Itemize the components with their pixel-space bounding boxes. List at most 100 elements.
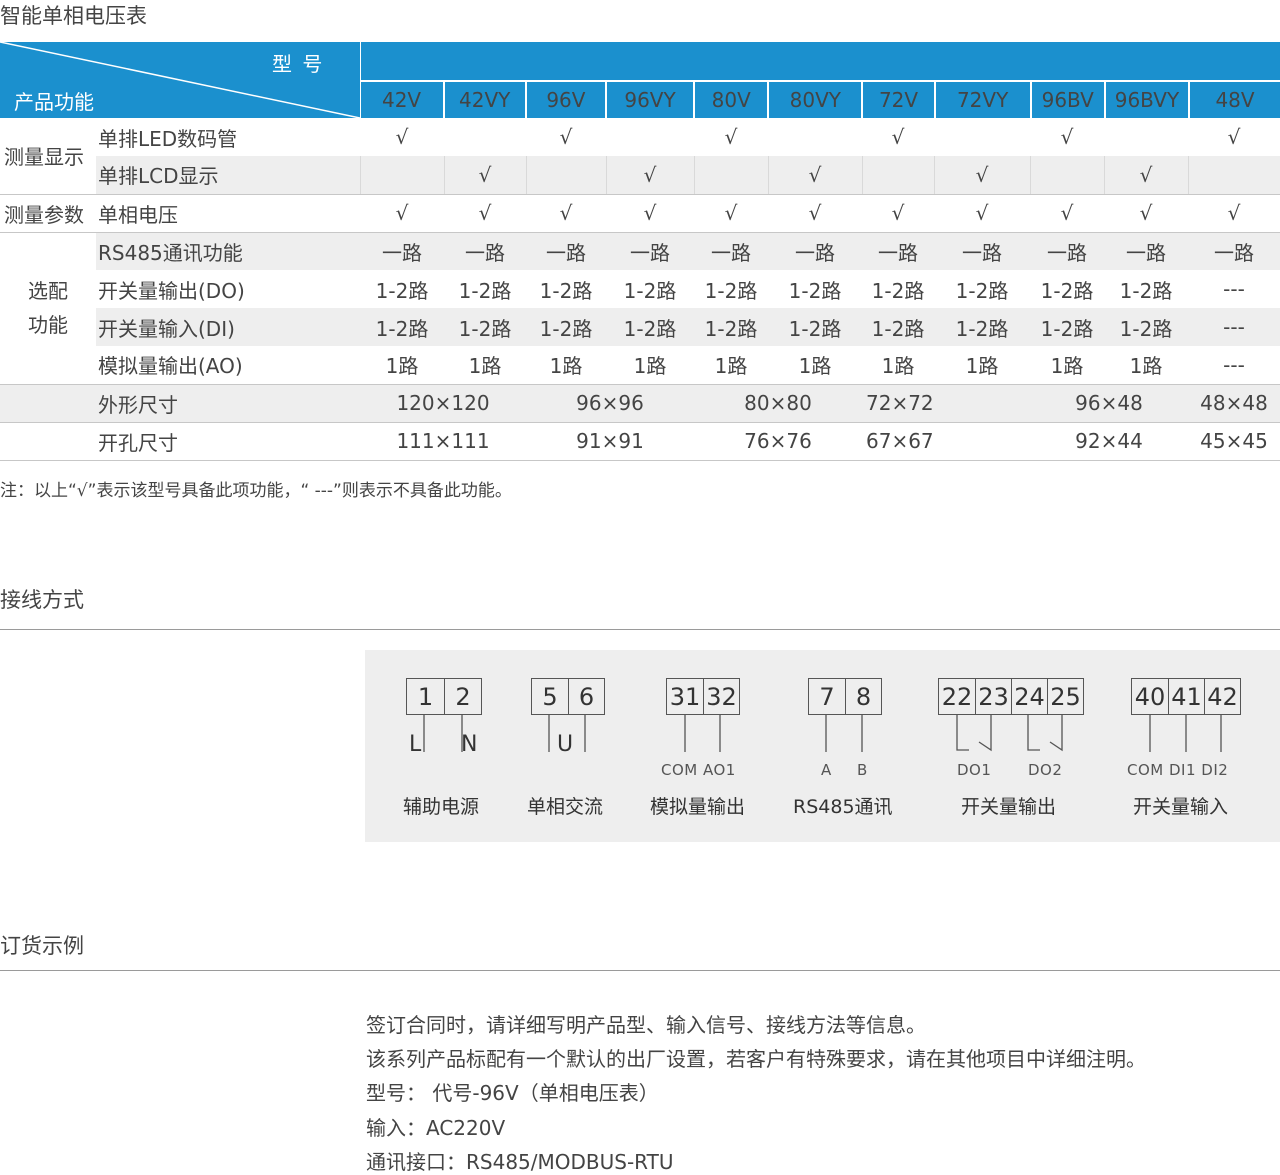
group-optional-line-1: 选配: [0, 274, 96, 308]
table-cell: 一路: [1030, 232, 1104, 270]
table-cell: 1-2路: [526, 270, 606, 308]
terminal-sublabel: B: [857, 761, 868, 779]
terminal-sublabel: A: [821, 761, 832, 779]
table-row-cutout: 开孔尺寸 111×111 91×91 76×76 67×67 92×44 45×…: [0, 422, 1280, 460]
table-cell: √: [526, 118, 606, 156]
table-cell: √: [1188, 118, 1280, 156]
caption-do: 开关量输出: [961, 792, 1056, 819]
table-cell: √: [862, 118, 934, 156]
table-cell: [1188, 156, 1280, 194]
model-label: 42VY: [443, 82, 525, 118]
table-cell: 1-2路: [606, 308, 694, 346]
row-label: 单排LED数码管: [96, 118, 360, 156]
row-label: 开关量输出(DO): [96, 270, 360, 308]
terminal-number: 32: [703, 679, 739, 714]
table-cell: √: [1104, 194, 1188, 232]
model-label: 48V: [1188, 82, 1280, 118]
table-cell: √: [694, 118, 768, 156]
table-cell: 1-2路: [694, 308, 768, 346]
model-label: 80V: [693, 82, 767, 118]
order-line: 输入：AC220V: [366, 1112, 505, 1141]
table-row-size: 外形尺寸 120×120 96×96 80×80 72×72 96×48 48×…: [0, 384, 1280, 422]
terminal-label: U: [557, 732, 573, 757]
group-optional-label: 选配 功能: [0, 232, 96, 384]
spec-table: 型 号 产品功能 42V 42VY 96V 96VY 80V 80VY 72V …: [0, 42, 1280, 461]
table-cell: √: [1188, 194, 1280, 232]
table-cell: 一路: [360, 232, 444, 270]
table-cell: 一路: [526, 232, 606, 270]
terminal-number: 41: [1168, 679, 1204, 714]
terminal-sublabel: DO1: [957, 761, 991, 779]
table-cell: 1-2路: [526, 308, 606, 346]
order-section-title: 订货示例: [0, 930, 84, 960]
table-cell: √: [1030, 194, 1104, 232]
caption-di: 开关量输入: [1133, 792, 1228, 819]
table-cell: 1-2路: [934, 308, 1030, 346]
table-cell: [526, 156, 606, 194]
group-optional-line-2: 功能: [0, 308, 96, 342]
table-cell: 1路: [934, 346, 1030, 384]
table-cell: 48×48: [1188, 384, 1280, 422]
table-cell: [934, 118, 1030, 156]
terminal-number: 6: [568, 679, 604, 714]
table-cell: √: [1030, 118, 1104, 156]
table-cell: 1-2路: [1104, 270, 1188, 308]
terminal-block-ao: 31 32: [666, 678, 740, 715]
table-cell: [444, 118, 526, 156]
row-label: RS485通讯功能: [96, 232, 360, 270]
caption-ac: 单相交流: [527, 792, 603, 819]
table-note: 注：以上“√”表示该型号具备此项功能，“ ---”则表示不具备此功能。: [0, 476, 512, 501]
table-cell: ---: [1188, 346, 1280, 384]
terminal-block-ac: 5 6: [531, 678, 605, 715]
model-label: 96V: [525, 82, 605, 118]
table-cell: [360, 156, 444, 194]
terminal-number: 5: [532, 679, 568, 714]
table-row-led: 测量显示 单排LED数码管 √ √ √ √ √ √: [0, 118, 1280, 156]
terminal-number: 23: [975, 679, 1011, 714]
table-cell: 45×45: [1188, 422, 1280, 460]
table-cell: √: [694, 194, 768, 232]
table-cell: 一路: [694, 232, 768, 270]
table-cell: 1路: [1104, 346, 1188, 384]
table-cell: [1030, 156, 1104, 194]
table-cell: 一路: [862, 232, 934, 270]
wiring-section-title: 接线方式: [0, 584, 84, 614]
caption-rs485: RS485通讯: [793, 792, 893, 819]
terminal-number: 42: [1204, 679, 1240, 714]
table-cell: √: [526, 194, 606, 232]
table-cell: 1-2路: [768, 270, 862, 308]
terminal-number: 40: [1132, 679, 1168, 714]
table-cell: [694, 156, 768, 194]
terminal-block-rs485: 7 8: [808, 678, 882, 715]
table-corner-cell: 型 号 产品功能: [0, 42, 360, 118]
table-cell: 1-2路: [768, 308, 862, 346]
table-row-di: 开关量输入(DI) 1-2路 1-2路 1-2路 1-2路 1-2路 1-2路 …: [0, 308, 1280, 346]
wiring-diagram-panel: 1 2 L N 辅助电源 5 6 U 单相交流 31 32: [365, 650, 1280, 842]
row-label: 开关量输入(DI): [96, 308, 360, 346]
table-cell: 1路: [444, 346, 526, 384]
table-cell: 91×91: [526, 422, 694, 460]
model-label: 96BV: [1030, 82, 1104, 118]
model-label: 96BVY: [1104, 82, 1188, 118]
table-cell: 1-2路: [606, 270, 694, 308]
order-line: 通讯接口：RS485/MODBUS-RTU: [366, 1146, 673, 1175]
table-cell: √: [606, 194, 694, 232]
order-line: 型号： 代号-96V（单相电压表）: [366, 1077, 659, 1106]
table-cell: 1路: [526, 346, 606, 384]
table-cell: ---: [1188, 270, 1280, 308]
table-cell: 111×111: [360, 422, 526, 460]
model-label: 96VY: [605, 82, 693, 118]
terminal-number: 31: [667, 679, 703, 714]
table-cell: 一路: [444, 232, 526, 270]
table-cell: 1-2路: [694, 270, 768, 308]
header-function-label: 产品功能: [14, 86, 94, 115]
table-cell: 1-2路: [934, 270, 1030, 308]
table-cell: 一路: [1188, 232, 1280, 270]
table-cell: 1路: [360, 346, 444, 384]
terminal-number: 8: [845, 679, 881, 714]
table-header-row: 型 号 产品功能 42V 42VY 96V 96VY 80V 80VY 72V …: [0, 42, 1280, 118]
table-cell: 一路: [768, 232, 862, 270]
table-cell: [1104, 118, 1188, 156]
table-cell: 一路: [606, 232, 694, 270]
table-row-rs485: 选配 功能 RS485通讯功能 一路 一路 一路 一路 一路 一路 一路 一路 …: [0, 232, 1280, 270]
